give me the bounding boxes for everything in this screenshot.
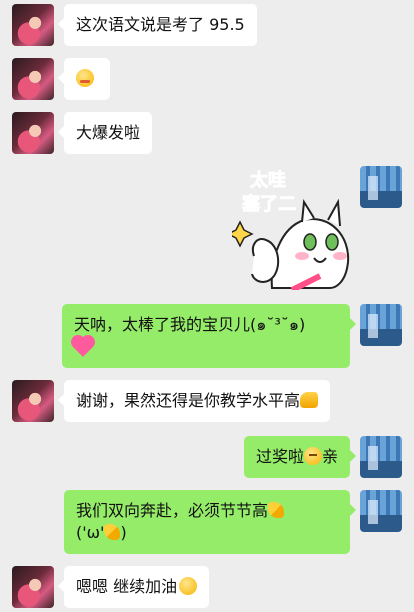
- message-text: ('ω': [76, 523, 105, 542]
- message-text: ): [120, 523, 127, 542]
- sticker-text: 塞了二: [242, 193, 296, 215]
- message-bubble[interactable]: 大爆发啦: [57, 112, 153, 154]
- message-bubble[interactable]: 过奖啦亲: [243, 436, 357, 478]
- flexed-biceps-emoji: [104, 524, 121, 540]
- contact-avatar[interactable]: [12, 4, 54, 46]
- contact-avatar[interactable]: [12, 380, 54, 422]
- self-avatar[interactable]: [360, 166, 402, 208]
- message-bubble[interactable]: 天呐，太棒了我的宝贝儿(๑˘³˘๑): [62, 304, 356, 368]
- flexed-biceps-emoji: [268, 502, 285, 518]
- fighting-hand-emoji: [179, 577, 198, 595]
- contact-avatar[interactable]: [12, 566, 54, 608]
- cat-sticker[interactable]: 太哇 塞了二: [226, 169, 352, 293]
- message-text: 天呐，太棒了我的宝贝儿(๑˘³˘๑): [74, 315, 306, 334]
- contact-avatar[interactable]: [12, 112, 54, 154]
- message-text: 大爆发啦: [76, 123, 141, 142]
- message-text: 过奖啦: [255, 447, 304, 466]
- message-bubble[interactable]: 嗯嗯 继续加油: [57, 566, 210, 608]
- message-text: 我们双向奔赴，必须节节高: [76, 501, 269, 520]
- message-bubble[interactable]: [58, 58, 110, 100]
- message-bubble[interactable]: 我们双向奔赴，必须节节高 ('ω'): [64, 490, 356, 554]
- message-bubble[interactable]: 这次语文说是考了 95.5: [58, 4, 257, 46]
- message-text: 嗯嗯 继续加油: [76, 577, 178, 596]
- message-text: 谢谢，果然还得是你教学水平高: [76, 391, 301, 410]
- self-avatar[interactable]: [360, 490, 402, 532]
- self-avatar[interactable]: [360, 436, 402, 478]
- contact-avatar[interactable]: [12, 58, 54, 100]
- cat-sticker-image: 太哇 塞了二: [226, 169, 350, 293]
- self-avatar[interactable]: [360, 304, 402, 346]
- thumbs-up-emoji: [300, 392, 319, 408]
- sticker-text: 太哇: [250, 170, 286, 191]
- message-bubble[interactable]: 谢谢，果然还得是你教学水平高: [57, 380, 331, 422]
- heart-emoji: [73, 337, 93, 357]
- blush-face-emoji: [76, 69, 94, 87]
- message-text: 亲: [321, 447, 338, 466]
- message-text: 这次语文说是考了 95.5: [76, 15, 245, 34]
- smiling-face-emoji: [303, 447, 322, 465]
